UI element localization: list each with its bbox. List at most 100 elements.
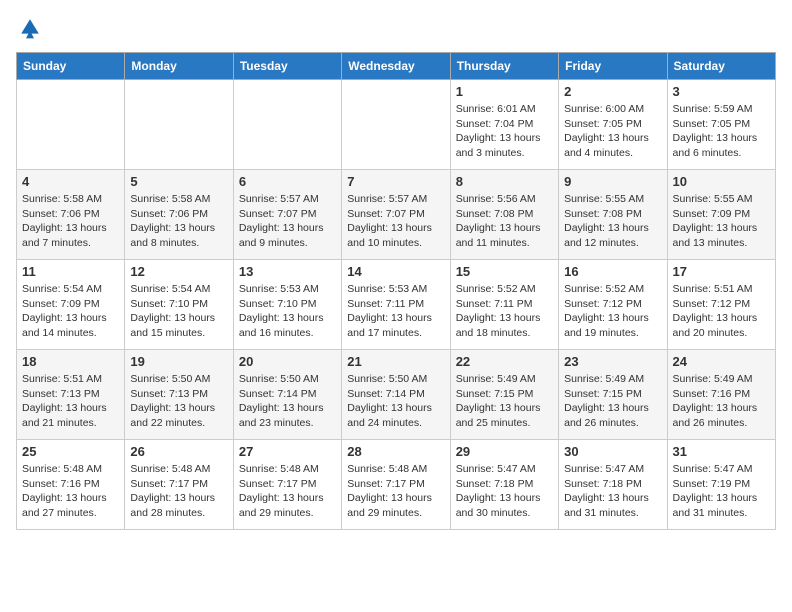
- calendar-table: SundayMondayTuesdayWednesdayThursdayFrid…: [16, 52, 776, 530]
- weekday-header: Thursday: [450, 53, 558, 80]
- day-number: 31: [673, 444, 770, 459]
- day-number: 23: [564, 354, 661, 369]
- day-number: 19: [130, 354, 227, 369]
- calendar-cell: 20 Sunrise: 5:50 AM Sunset: 7:14 PM Dayli…: [233, 350, 341, 440]
- day-number: 12: [130, 264, 227, 279]
- calendar-cell: [233, 80, 341, 170]
- calendar-cell: 6 Sunrise: 5:57 AM Sunset: 7:07 PM Daylig…: [233, 170, 341, 260]
- calendar-cell: 3 Sunrise: 5:59 AM Sunset: 7:05 PM Daylig…: [667, 80, 775, 170]
- day-number: 20: [239, 354, 336, 369]
- day-number: 16: [564, 264, 661, 279]
- weekday-header: Sunday: [17, 53, 125, 80]
- day-number: 14: [347, 264, 444, 279]
- day-info: Sunrise: 5:48 AM Sunset: 7:17 PM Dayligh…: [130, 462, 227, 521]
- weekday-header: Friday: [559, 53, 667, 80]
- day-info: Sunrise: 5:52 AM Sunset: 7:11 PM Dayligh…: [456, 282, 553, 341]
- day-info: Sunrise: 5:54 AM Sunset: 7:10 PM Dayligh…: [130, 282, 227, 341]
- day-info: Sunrise: 5:53 AM Sunset: 7:10 PM Dayligh…: [239, 282, 336, 341]
- day-info: Sunrise: 5:49 AM Sunset: 7:15 PM Dayligh…: [564, 372, 661, 431]
- day-info: Sunrise: 5:58 AM Sunset: 7:06 PM Dayligh…: [22, 192, 119, 251]
- day-number: 3: [673, 84, 770, 99]
- calendar-cell: 24 Sunrise: 5:49 AM Sunset: 7:16 PM Dayli…: [667, 350, 775, 440]
- weekday-header: Saturday: [667, 53, 775, 80]
- calendar-cell: 31Sunrise: 5:47 AM Sunset: 7:19 PM Dayli…: [667, 440, 775, 530]
- day-number: 13: [239, 264, 336, 279]
- day-number: 24: [673, 354, 770, 369]
- day-number: 7: [347, 174, 444, 189]
- day-number: 29: [456, 444, 553, 459]
- calendar-week-row: 4 Sunrise: 5:58 AM Sunset: 7:06 PM Daylig…: [17, 170, 776, 260]
- calendar-cell: 2 Sunrise: 6:00 AM Sunset: 7:05 PM Daylig…: [559, 80, 667, 170]
- day-number: 10: [673, 174, 770, 189]
- calendar-cell: 28 Sunrise: 5:48 AM Sunset: 7:17 PM Dayli…: [342, 440, 450, 530]
- calendar-cell: 4 Sunrise: 5:58 AM Sunset: 7:06 PM Daylig…: [17, 170, 125, 260]
- calendar-cell: 29 Sunrise: 5:47 AM Sunset: 7:18 PM Dayli…: [450, 440, 558, 530]
- day-info: Sunrise: 6:00 AM Sunset: 7:05 PM Dayligh…: [564, 102, 661, 161]
- day-info: Sunrise: 5:58 AM Sunset: 7:06 PM Dayligh…: [130, 192, 227, 251]
- calendar-week-row: 18 Sunrise: 5:51 AM Sunset: 7:13 PM Dayli…: [17, 350, 776, 440]
- day-info: Sunrise: 5:55 AM Sunset: 7:08 PM Dayligh…: [564, 192, 661, 251]
- calendar-week-row: 1 Sunrise: 6:01 AM Sunset: 7:04 PM Daylig…: [17, 80, 776, 170]
- calendar-cell: 25 Sunrise: 5:48 AM Sunset: 7:16 PM Dayli…: [17, 440, 125, 530]
- day-number: 5: [130, 174, 227, 189]
- logo: [16, 16, 42, 40]
- day-info: Sunrise: 5:54 AM Sunset: 7:09 PM Dayligh…: [22, 282, 119, 341]
- day-number: 11: [22, 264, 119, 279]
- calendar-cell: [17, 80, 125, 170]
- calendar-cell: 1 Sunrise: 6:01 AM Sunset: 7:04 PM Daylig…: [450, 80, 558, 170]
- day-number: 26: [130, 444, 227, 459]
- day-number: 17: [673, 264, 770, 279]
- calendar-header: SundayMondayTuesdayWednesdayThursdayFrid…: [17, 53, 776, 80]
- calendar-cell: 19 Sunrise: 5:50 AM Sunset: 7:13 PM Dayli…: [125, 350, 233, 440]
- day-info: Sunrise: 5:48 AM Sunset: 7:17 PM Dayligh…: [347, 462, 444, 521]
- weekday-header: Tuesday: [233, 53, 341, 80]
- day-number: 15: [456, 264, 553, 279]
- calendar-week-row: 11 Sunrise: 5:54 AM Sunset: 7:09 PM Dayli…: [17, 260, 776, 350]
- day-info: Sunrise: 5:47 AM Sunset: 7:18 PM Dayligh…: [564, 462, 661, 521]
- day-number: 22: [456, 354, 553, 369]
- calendar-cell: 5 Sunrise: 5:58 AM Sunset: 7:06 PM Daylig…: [125, 170, 233, 260]
- calendar-cell: 16 Sunrise: 5:52 AM Sunset: 7:12 PM Dayli…: [559, 260, 667, 350]
- logo-icon: [18, 16, 42, 40]
- calendar-cell: 12 Sunrise: 5:54 AM Sunset: 7:10 PM Dayli…: [125, 260, 233, 350]
- day-number: 2: [564, 84, 661, 99]
- day-info: Sunrise: 5:51 AM Sunset: 7:13 PM Dayligh…: [22, 372, 119, 431]
- calendar-cell: [125, 80, 233, 170]
- day-info: Sunrise: 5:55 AM Sunset: 7:09 PM Dayligh…: [673, 192, 770, 251]
- calendar-cell: 21Sunrise: 5:50 AM Sunset: 7:14 PM Dayli…: [342, 350, 450, 440]
- day-number: 28: [347, 444, 444, 459]
- day-info: Sunrise: 5:48 AM Sunset: 7:16 PM Dayligh…: [22, 462, 119, 521]
- day-info: Sunrise: 5:52 AM Sunset: 7:12 PM Dayligh…: [564, 282, 661, 341]
- calendar-cell: 11 Sunrise: 5:54 AM Sunset: 7:09 PM Dayli…: [17, 260, 125, 350]
- day-info: Sunrise: 5:49 AM Sunset: 7:16 PM Dayligh…: [673, 372, 770, 431]
- day-info: Sunrise: 5:57 AM Sunset: 7:07 PM Dayligh…: [239, 192, 336, 251]
- day-info: Sunrise: 6:01 AM Sunset: 7:04 PM Dayligh…: [456, 102, 553, 161]
- day-number: 27: [239, 444, 336, 459]
- calendar-cell: 14 Sunrise: 5:53 AM Sunset: 7:11 PM Dayli…: [342, 260, 450, 350]
- day-info: Sunrise: 5:59 AM Sunset: 7:05 PM Dayligh…: [673, 102, 770, 161]
- calendar-cell: [342, 80, 450, 170]
- day-number: 4: [22, 174, 119, 189]
- day-number: 21: [347, 354, 444, 369]
- calendar-cell: 10 Sunrise: 5:55 AM Sunset: 7:09 PM Dayli…: [667, 170, 775, 260]
- day-number: 9: [564, 174, 661, 189]
- day-number: 18: [22, 354, 119, 369]
- day-number: 6: [239, 174, 336, 189]
- calendar-cell: 7Sunrise: 5:57 AM Sunset: 7:07 PM Daylig…: [342, 170, 450, 260]
- day-info: Sunrise: 5:47 AM Sunset: 7:18 PM Dayligh…: [456, 462, 553, 521]
- calendar-cell: 23 Sunrise: 5:49 AM Sunset: 7:15 PM Dayli…: [559, 350, 667, 440]
- day-info: Sunrise: 5:48 AM Sunset: 7:17 PM Dayligh…: [239, 462, 336, 521]
- calendar-cell: 17 Sunrise: 5:51 AM Sunset: 7:12 PM Dayli…: [667, 260, 775, 350]
- calendar-cell: 8Sunrise: 5:56 AM Sunset: 7:08 PM Daylig…: [450, 170, 558, 260]
- day-info: Sunrise: 5:51 AM Sunset: 7:12 PM Dayligh…: [673, 282, 770, 341]
- day-number: 1: [456, 84, 553, 99]
- calendar-cell: 26 Sunrise: 5:48 AM Sunset: 7:17 PM Dayli…: [125, 440, 233, 530]
- day-number: 25: [22, 444, 119, 459]
- day-info: Sunrise: 5:50 AM Sunset: 7:13 PM Dayligh…: [130, 372, 227, 431]
- calendar-week-row: 25 Sunrise: 5:48 AM Sunset: 7:16 PM Dayli…: [17, 440, 776, 530]
- day-info: Sunrise: 5:50 AM Sunset: 7:14 PM Dayligh…: [239, 372, 336, 431]
- calendar-cell: 9 Sunrise: 5:55 AM Sunset: 7:08 PM Daylig…: [559, 170, 667, 260]
- calendar-cell: 15 Sunrise: 5:52 AM Sunset: 7:11 PM Dayli…: [450, 260, 558, 350]
- weekday-header: Monday: [125, 53, 233, 80]
- day-info: Sunrise: 5:53 AM Sunset: 7:11 PM Dayligh…: [347, 282, 444, 341]
